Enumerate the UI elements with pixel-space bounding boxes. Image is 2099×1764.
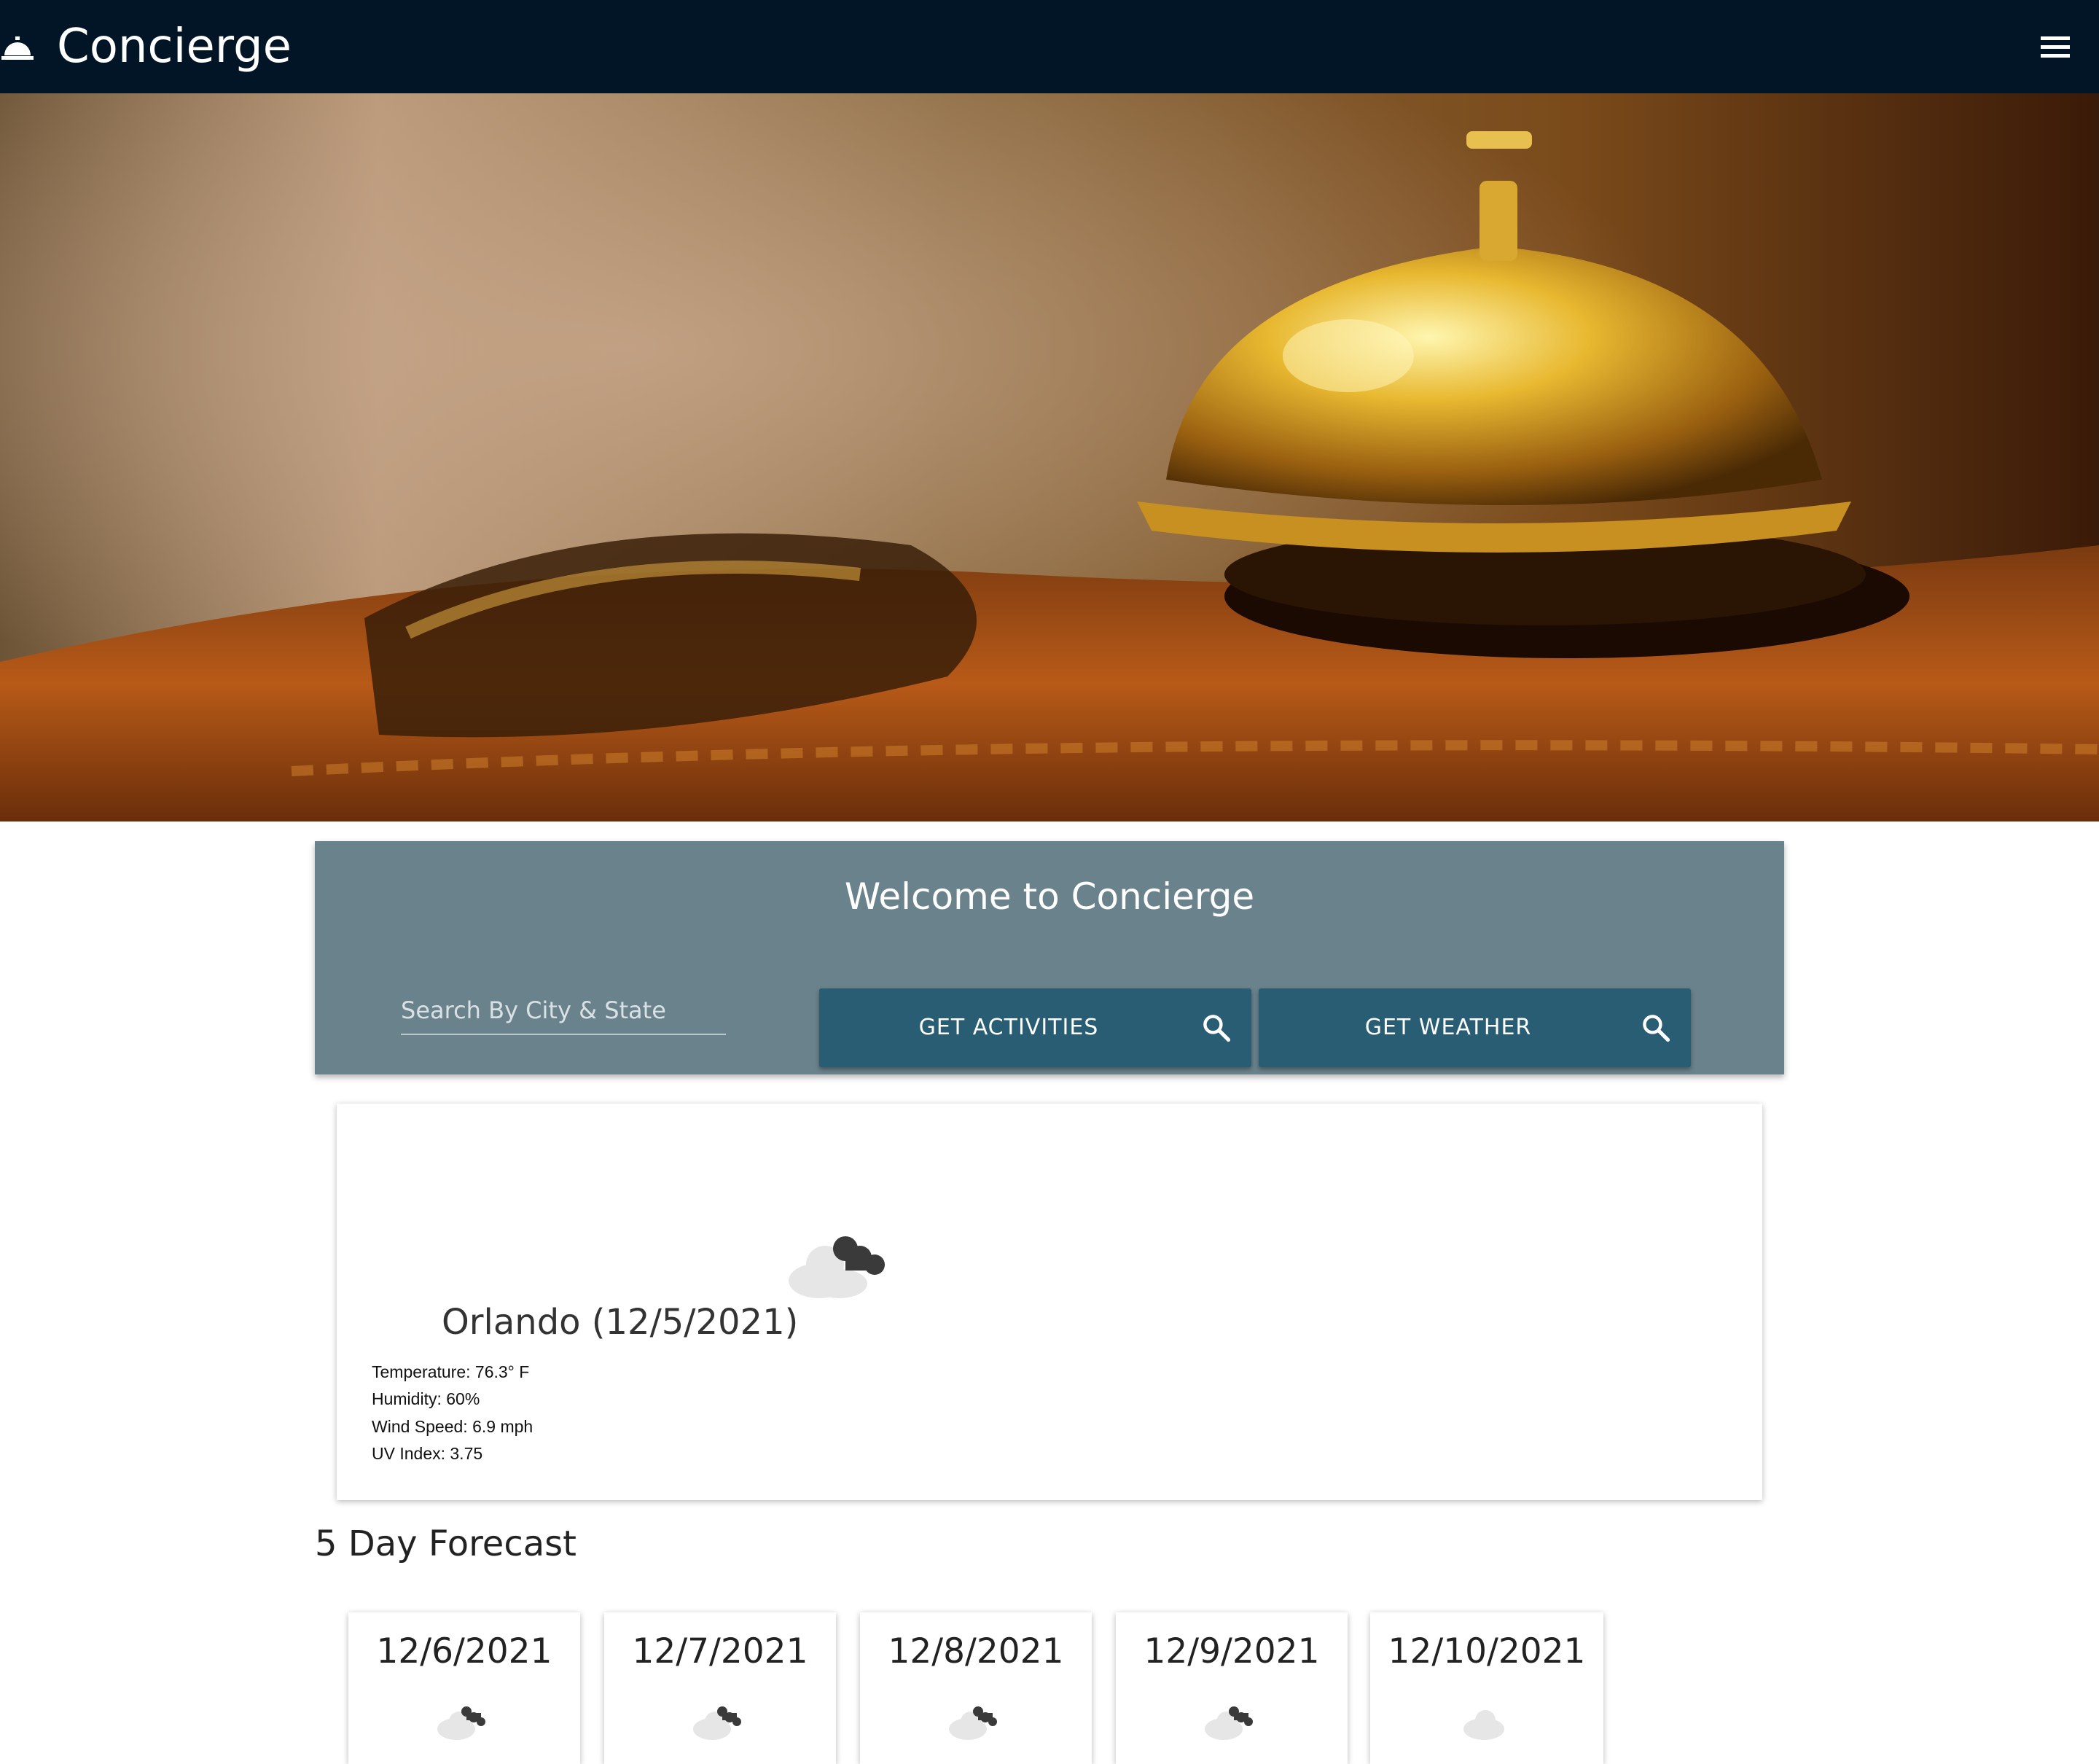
get-weather-label: GET WEATHER — [1364, 1015, 1532, 1040]
humidity-value: Humidity: 60% — [372, 1389, 480, 1408]
forecast-heading: 5 Day Forecast — [315, 1523, 576, 1564]
top-navbar: Concierge — [0, 0, 2099, 93]
broken-clouds-icon — [949, 1706, 997, 1740]
get-weather-button[interactable]: GET WEATHER — [1259, 988, 1691, 1067]
broken-clouds-icon — [1205, 1706, 1253, 1740]
city-state-search-input[interactable] — [401, 987, 726, 1035]
app-title[interactable]: Concierge — [57, 18, 292, 75]
hamburger-menu-icon[interactable] — [2041, 36, 2070, 58]
forecast-date: 12/10/2021 — [1388, 1631, 1586, 1671]
cloudy-icon — [789, 1236, 885, 1298]
current-weather-card: Orlando (12/5/2021) Temperature: 76.3° F… — [337, 1104, 1762, 1500]
forecast-card: 12/9/2021 — [1116, 1612, 1348, 1764]
broken-clouds-icon — [437, 1706, 485, 1740]
temperature-value: Temperature: 76.3° F — [372, 1362, 530, 1381]
current-city-date: Orlando (12/5/2021) — [442, 1302, 799, 1343]
uv-index-value: UV Index: 3.75 — [372, 1444, 483, 1463]
get-activities-label: GET ACTIVITIES — [918, 1015, 1099, 1040]
welcome-heading: Welcome to Concierge — [844, 875, 1255, 918]
search-icon — [1643, 1015, 1670, 1042]
search-icon — [1203, 1015, 1231, 1042]
wind-speed-value: Wind Speed: 6.9 mph — [372, 1417, 533, 1436]
forecast-date: 12/8/2021 — [888, 1631, 1064, 1671]
forecast-date: 12/6/2021 — [376, 1631, 552, 1671]
get-activities-button[interactable]: GET ACTIVITIES — [819, 988, 1251, 1067]
hero-bell-illustration — [0, 93, 2099, 821]
forecast-card: 12/8/2021 — [860, 1612, 1092, 1764]
hero-banner-image — [0, 93, 2099, 821]
forecast-card: 12/6/2021 — [348, 1612, 580, 1764]
concierge-bell-icon — [1, 36, 34, 60]
forecast-card: 12/10/2021 — [1370, 1612, 1603, 1764]
forecast-date: 12/7/2021 — [632, 1631, 808, 1671]
forecast-card: 12/7/2021 — [604, 1612, 836, 1764]
broken-clouds-icon — [693, 1706, 741, 1740]
welcome-search-panel: Welcome to Concierge GET ACTIVITIES GET … — [315, 841, 1784, 1074]
forecast-date: 12/9/2021 — [1144, 1631, 1320, 1671]
light-cloud-icon — [1463, 1710, 1504, 1740]
